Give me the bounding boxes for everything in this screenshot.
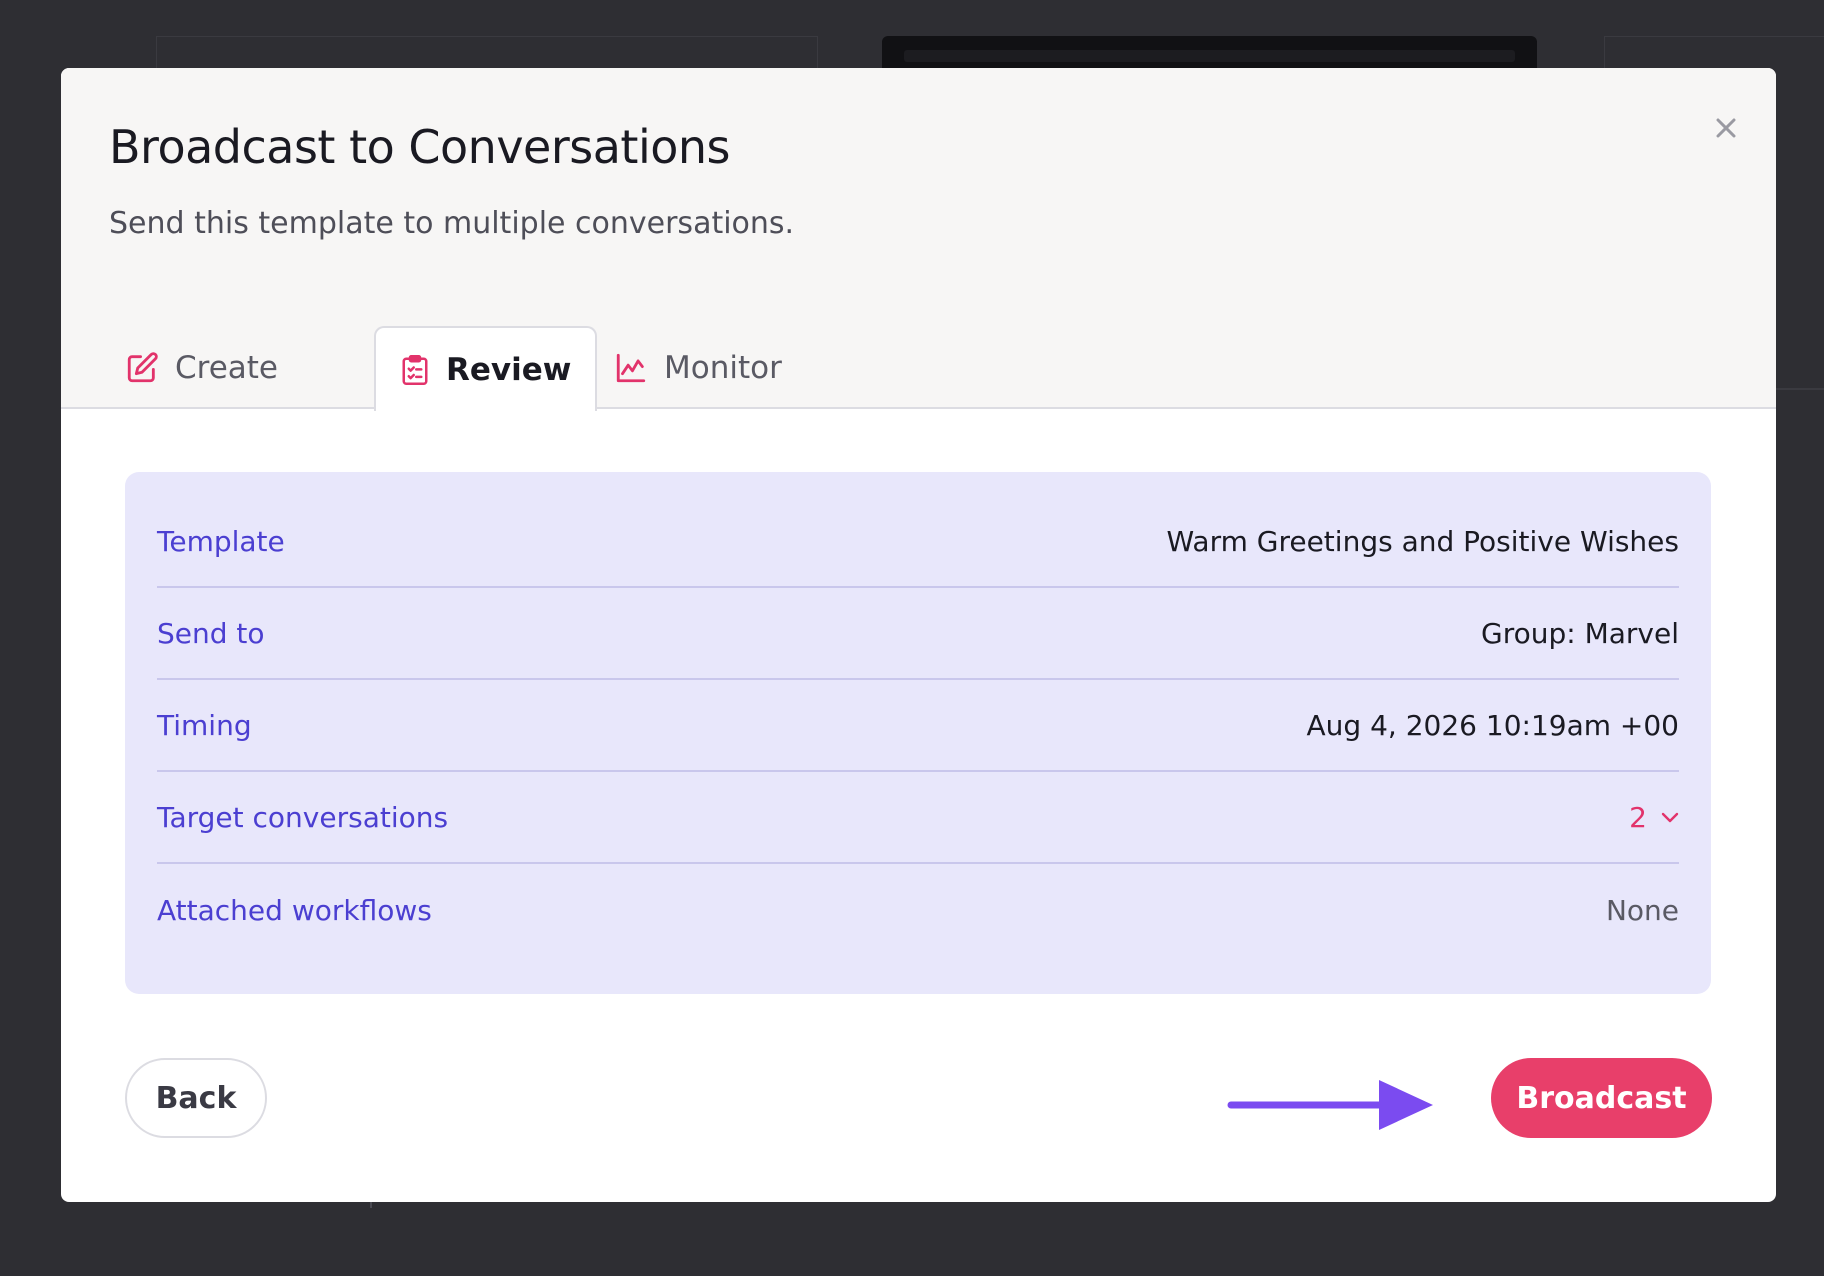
timing-value: Aug 4, 2026 10:19am +00 xyxy=(1306,708,1679,742)
close-icon xyxy=(1716,118,1736,138)
send-to-label: Send to xyxy=(157,616,265,650)
tab-create-label: Create xyxy=(175,349,279,386)
timing-label: Timing xyxy=(157,708,252,742)
template-value: Warm Greetings and Positive Wishes xyxy=(1166,524,1679,558)
close-button[interactable] xyxy=(1706,108,1746,148)
target-conversations-toggle[interactable]: 2 xyxy=(1629,801,1679,834)
target-conversations-count: 2 xyxy=(1629,800,1647,834)
send-to-value: Group: Marvel xyxy=(1481,616,1679,650)
template-label: Template xyxy=(157,524,285,558)
modal-subtitle: Send this template to multiple conversat… xyxy=(109,206,795,241)
tab-review[interactable]: Review xyxy=(374,326,598,411)
modal-header: Broadcast to Conversations Send this tem… xyxy=(61,68,1776,411)
summary-row-template: Template Warm Greetings and Positive Wis… xyxy=(157,496,1679,588)
broadcast-button[interactable]: Broadcast xyxy=(1491,1058,1712,1138)
attached-workflows-label: Attached workflows xyxy=(157,893,432,927)
review-summary-card: Template Warm Greetings and Positive Wis… xyxy=(125,472,1711,994)
summary-row-send-to: Send to Group: Marvel xyxy=(157,588,1679,680)
edit-icon xyxy=(127,351,158,382)
broadcast-modal: Broadcast to Conversations Send this tem… xyxy=(61,68,1776,1202)
tab-create[interactable]: Create xyxy=(125,326,278,409)
attached-workflows-value: None xyxy=(1605,893,1679,927)
arrow-right-icon xyxy=(1227,1080,1433,1130)
clipboard-icon xyxy=(402,354,428,385)
modal-title: Broadcast to Conversations xyxy=(109,120,730,174)
summary-row-target-conversations: Target conversations 2 xyxy=(157,772,1679,864)
summary-row-timing: Timing Aug 4, 2026 10:19am +00 xyxy=(157,680,1679,772)
chevron-down-icon xyxy=(1661,812,1679,823)
summary-row-attached-workflows: Attached workflows None xyxy=(157,864,1679,956)
tab-review-label: Review xyxy=(446,351,572,388)
background-divider xyxy=(1776,388,1824,390)
tab-monitor-label: Monitor xyxy=(664,349,782,386)
line-chart-icon xyxy=(616,353,646,382)
target-conversations-label: Target conversations xyxy=(157,800,449,834)
back-button[interactable]: Back xyxy=(125,1058,267,1138)
tab-monitor[interactable]: Monitor xyxy=(614,326,782,409)
